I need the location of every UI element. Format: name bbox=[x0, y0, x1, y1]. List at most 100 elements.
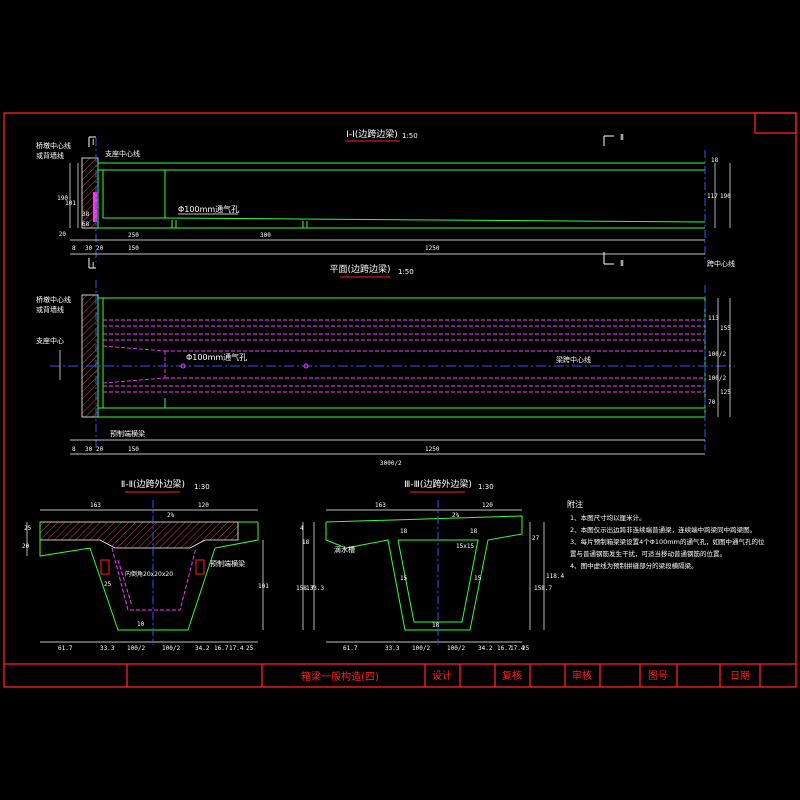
dim-s3-right-118: 118.4 bbox=[546, 573, 564, 580]
cut-mark-1-top: Ⅰ bbox=[92, 138, 94, 147]
dim-s3-b-100-2b: 100/2 bbox=[447, 645, 465, 652]
title-drawing-no: 图号 bbox=[648, 670, 668, 682]
cad-drawing: 箱梁一般构造(四) 设计 复核 审核 图号 日期 Ⅰ-Ⅰ(边跨边梁) 1:50 bbox=[3, 112, 797, 688]
dim-elev-b-8: 8 bbox=[72, 245, 76, 252]
dim-s2-b-100-2b: 100/2 bbox=[162, 645, 180, 652]
dim-s2-b-16.7: 16.7 bbox=[214, 645, 229, 652]
title-design: 设计 bbox=[432, 669, 452, 682]
dim-s3-inner-18c: 18 bbox=[432, 622, 440, 629]
plan-dim-lines bbox=[59, 298, 731, 455]
dim-s3-120: 120 bbox=[482, 502, 493, 509]
dim-s3-left-4: 4 bbox=[300, 525, 304, 532]
dim-plan-b-150: 150 bbox=[128, 446, 139, 453]
elevation-scale: 1:50 bbox=[402, 132, 418, 140]
dim-s3-left-18: 18 bbox=[302, 539, 310, 546]
dim-elev-left-101: 101 bbox=[65, 200, 76, 207]
dim-s3-b-25: 25 bbox=[522, 645, 530, 652]
title-block: 箱梁一般构造(四) 设计 复核 审核 图号 日期 bbox=[301, 669, 750, 683]
dim-plan-overall: 3000/2 bbox=[380, 460, 402, 467]
dim-elev-b-250: 250 bbox=[128, 232, 139, 239]
plan-label-bearing-center: 支座中心 bbox=[36, 336, 64, 345]
section-2-deck-hatch bbox=[39, 521, 239, 549]
dim-s2-slope: 2% bbox=[167, 512, 175, 519]
dim-s2-b-34.2: 34.2 bbox=[195, 645, 210, 652]
dim-s3-left-158: 158.7 bbox=[296, 585, 314, 592]
dim-s3-right-27: 27 bbox=[532, 535, 540, 542]
dim-s3-inner-18b: 18 bbox=[470, 528, 478, 535]
notes-title: 附注 bbox=[567, 499, 583, 509]
dim-s2-left-25: 25 bbox=[24, 525, 32, 532]
section-2-scale: 1:30 bbox=[194, 483, 210, 491]
elevation-dims: 190 101 38 68 20 8 30 20 250 150 300 125… bbox=[57, 157, 731, 252]
dim-plan-r-113: 113 bbox=[708, 315, 719, 322]
note-item-4: 4、图中虚线为预制拼缝部分的梁段横隔梁。 bbox=[570, 562, 698, 570]
label-span-center: 跨中心线 bbox=[707, 259, 735, 268]
dim-elev-r-18: 18 bbox=[711, 157, 719, 164]
dim-plan-r-100-2: 100/2 bbox=[708, 351, 726, 358]
elevation-beam-outline bbox=[97, 162, 706, 229]
dim-elev-r-190: 190 bbox=[720, 193, 731, 200]
plan-dims: 8 30 20 150 1250 3000/2 113 100/2 100/2 … bbox=[72, 315, 731, 467]
dim-s3-b-34.2: 34.2 bbox=[478, 645, 493, 652]
title-audit: 审核 bbox=[572, 669, 592, 682]
dim-s3-inner-15x15: 15x15 bbox=[456, 543, 474, 550]
dim-plan-r-100-2b: 100/2 bbox=[708, 375, 726, 382]
plan-label-beam-center: 梁跨中心线 bbox=[556, 355, 591, 364]
section-3-scale: 1:30 bbox=[478, 483, 494, 491]
dim-s3-inner-15b: 15 bbox=[474, 575, 482, 582]
dim-plan-r-125: 125 bbox=[720, 389, 731, 396]
title-date: 日期 bbox=[730, 670, 750, 682]
dim-s2-b-61.7: 61.7 bbox=[58, 645, 73, 652]
note-item-3: 3、每片预制箱梁梁设置4个Φ100mm的通气孔，如图中通气孔的位置与普通钢筋发生… bbox=[570, 538, 765, 558]
drawing-title: 箱梁一般构造(四) bbox=[301, 670, 379, 683]
dim-s2-b-17.4: 17.4 bbox=[229, 645, 244, 652]
cut-mark-2-bottom: Ⅱ bbox=[620, 259, 624, 268]
dim-s3-right-158: 158.7 bbox=[534, 585, 552, 592]
dim-s3-b-100-2: 100/2 bbox=[412, 645, 430, 652]
notes: 附注 1、本图尺寸均以厘米计。 2、本图仅示出边跨非连续端普通梁，连续端中跨梁同… bbox=[567, 499, 765, 570]
dim-s2-163: 163 bbox=[90, 502, 101, 509]
dim-s2-inner-25: 25 bbox=[104, 581, 112, 588]
dim-elev-left-20: 20 bbox=[59, 231, 67, 238]
dim-elev-r-117: 117 bbox=[707, 193, 718, 200]
dim-s3-b-33.3: 33.3 bbox=[385, 645, 400, 652]
dim-elev-left-68: 68 bbox=[82, 221, 90, 228]
plan-label-precast-end: 预制端横梁 bbox=[110, 429, 145, 438]
plan-view: 平面(边跨边梁) 1:50 桥墩中心线 或背墙线 支座中心 Φ100mm通气孔 … bbox=[36, 263, 735, 467]
dim-s2-b-100-2: 100/2 bbox=[127, 645, 145, 652]
label-vent-hole-elev: Φ100mm通气孔 bbox=[178, 204, 239, 214]
section-3-view: Ⅲ-Ⅲ(边跨外边梁) 1:30 滴水槽 163 120 2% 4 18 133.… bbox=[296, 478, 564, 652]
dim-elev-left-38: 38 bbox=[82, 211, 90, 218]
plan-title: 平面(边跨边梁) bbox=[329, 263, 390, 275]
dim-s2-left-20: 20 bbox=[22, 543, 30, 550]
section-2-title: Ⅱ-Ⅱ(边跨外边梁) bbox=[121, 478, 185, 490]
label-pier-center: 桥墩中心线 bbox=[36, 141, 71, 150]
dim-s3-b-61.7: 61.7 bbox=[343, 645, 358, 652]
elevation-view: Ⅰ-Ⅰ(边跨边梁) 1:50 桥墩中心线 或背墙线 支座中心线 Φ100mm通气… bbox=[36, 128, 735, 270]
section-2-inner-hidden bbox=[111, 547, 197, 611]
dim-s2-b-33.3: 33.3 bbox=[100, 645, 115, 652]
dim-elev-b-20: 20 bbox=[96, 245, 104, 252]
elevation-title: Ⅰ-Ⅰ(边跨边梁) bbox=[346, 128, 398, 140]
plan-label-vent-hole: Φ100mm通气孔 bbox=[186, 352, 247, 362]
section-3-drip-label: 滴水槽 bbox=[334, 545, 355, 554]
dim-plan-r-155: 155 bbox=[720, 325, 731, 332]
note-item-2: 2、本图仅示出边跨非连续端普通梁，连续端中跨梁同中跨梁图。 bbox=[570, 526, 757, 534]
dim-elev-b-1250: 1250 bbox=[425, 245, 440, 252]
dim-s3-inner-18a: 18 bbox=[400, 528, 408, 535]
plan-label-abutment: 或背墙线 bbox=[36, 305, 64, 314]
section-2-end-diaphragm: 预制端横梁 bbox=[210, 559, 245, 568]
dim-plan-b-20: 20 bbox=[96, 446, 104, 453]
plan-scale: 1:50 bbox=[398, 268, 414, 276]
dim-plan-b-30: 30 bbox=[85, 446, 93, 453]
label-bearing-centerline: 支座中心线 bbox=[105, 149, 140, 158]
dim-plan-r-70: 70 bbox=[708, 399, 716, 406]
note-item-1: 1、本图尺寸均以厘米计。 bbox=[570, 514, 646, 522]
dim-s3-inner-15a: 15 bbox=[400, 575, 408, 582]
plan-label-pier-center: 桥墩中心线 bbox=[36, 295, 71, 304]
dim-s2-inner-10: 10 bbox=[137, 621, 145, 628]
dim-s2-right-101: 101 bbox=[258, 583, 269, 590]
label-abutment-edge: 或背墙线 bbox=[36, 151, 64, 160]
section-3-outline bbox=[325, 515, 523, 631]
dim-elev-b-150: 150 bbox=[128, 245, 139, 252]
